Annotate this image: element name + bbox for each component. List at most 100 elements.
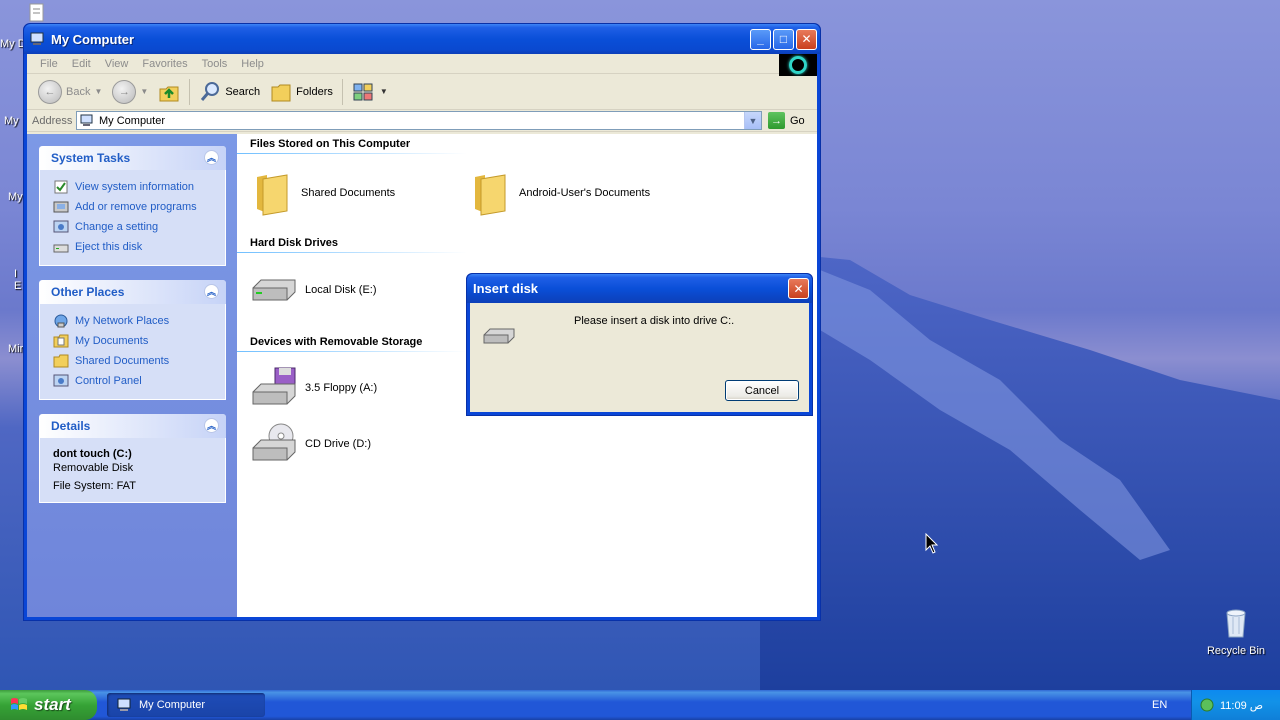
taskbar-my-computer[interactable]: My Computer <box>107 693 265 717</box>
toolbar-separator <box>341 78 343 105</box>
menu-bar: File Edit View Favorites Tools Help <box>27 54 817 76</box>
menu-view[interactable]: View <box>98 58 136 70</box>
dialog-close-button[interactable]: ✕ <box>788 278 809 299</box>
item-local-disk[interactable]: Local Disk (E:) <box>251 274 377 306</box>
back-arrow-icon: ← <box>38 79 62 104</box>
details-header[interactable]: Details ︽ <box>39 414 226 438</box>
network-icon <box>54 314 68 328</box>
search-button[interactable]: Search <box>194 77 265 107</box>
network-tray-icon[interactable] <box>1200 698 1214 712</box>
collapse-icon[interactable]: ︽ <box>204 418 219 433</box>
minimize-button[interactable]: _ <box>750 28 771 50</box>
details-filesystem: File System: FAT <box>53 480 136 492</box>
details-drive-type: Removable Disk <box>53 462 134 474</box>
computer-icon <box>80 114 93 126</box>
details-panel: Details ︽ dont touch (C:) Removable Disk… <box>39 414 226 503</box>
back-button[interactable]: ← Back ▼ <box>33 77 107 107</box>
folders-button[interactable]: Folders <box>265 77 338 107</box>
menu-edit[interactable]: Edit <box>65 58 98 70</box>
address-value: My Computer <box>99 114 166 127</box>
folder-icon <box>53 354 69 368</box>
folder-up-icon <box>159 86 179 101</box>
desktop-icon-label[interactable]: My <box>8 191 23 203</box>
toolbar-separator <box>189 78 191 105</box>
place-my-documents[interactable]: My Documents <box>53 331 215 351</box>
system-info-icon <box>54 180 68 194</box>
drive-icon <box>483 328 515 344</box>
start-label: start <box>34 695 71 714</box>
desktop-icon-label[interactable]: My D <box>0 38 26 50</box>
go-arrow-icon: → <box>768 112 785 129</box>
toolbar: ← Back ▼ → ▼ Search Folders ▼ <box>27 74 817 110</box>
computer-icon <box>30 32 44 45</box>
forward-arrow-icon: → <box>112 79 137 104</box>
folder-icon <box>271 84 291 101</box>
recycle-bin[interactable]: Recycle Bin <box>1203 608 1269 657</box>
go-button[interactable]: → Go <box>768 112 805 129</box>
window-titlebar[interactable]: My Computer _ □ ✕ <box>24 24 820 54</box>
taskbar: start My Computer EN 11:09 ص <box>0 690 1280 720</box>
address-bar: Address My Computer ▼ → Go <box>27 110 817 132</box>
clock[interactable]: 11:09 ص <box>1220 699 1263 712</box>
item-android-documents[interactable]: Android-User's Documents <box>471 169 650 217</box>
up-button[interactable] <box>153 77 185 107</box>
menu-help[interactable]: Help <box>234 58 271 70</box>
menu-tools[interactable]: Tools <box>195 58 235 70</box>
place-network[interactable]: My Network Places <box>53 311 215 331</box>
other-places-panel: Other Places ︽ My Network Places My Docu… <box>39 280 226 400</box>
group-removable: Devices with Removable Storage <box>237 336 467 352</box>
wallpaper-mountain <box>760 255 1280 690</box>
language-indicator[interactable]: EN <box>1152 699 1167 711</box>
eject-icon <box>53 244 69 253</box>
window-title: My Computer <box>51 31 135 47</box>
search-icon <box>201 81 220 101</box>
control-panel-icon <box>53 220 69 233</box>
forward-button[interactable]: → ▼ <box>107 77 153 107</box>
menu-file[interactable]: File <box>33 58 65 70</box>
group-files-stored: Files Stored on This Computer <box>237 138 467 154</box>
task-add-remove-programs[interactable]: Add or remove programs <box>53 197 215 217</box>
task-eject-disk[interactable]: Eject this disk <box>53 237 215 257</box>
desktop-icon-label[interactable]: My <box>4 115 19 127</box>
chevron-down-icon: ▼ <box>140 87 149 96</box>
cd-drive-icon <box>252 423 296 461</box>
dialog-titlebar[interactable]: Insert disk ✕ <box>467 274 812 303</box>
desktop-file-icon[interactable] <box>28 3 46 23</box>
maximize-button[interactable]: □ <box>773 28 794 50</box>
start-button[interactable]: start <box>0 690 97 720</box>
item-cd-drive[interactable]: CD Drive (D:) <box>251 422 371 466</box>
chevron-down-icon: ▼ <box>379 87 388 96</box>
task-pane: System Tasks ︽ View system information A… <box>27 134 237 617</box>
other-places-header[interactable]: Other Places ︽ <box>39 280 226 304</box>
windows-logo <box>779 54 817 76</box>
desktop-icon-label[interactable]: Mir <box>8 343 23 355</box>
collapse-icon[interactable]: ︽ <box>204 284 219 299</box>
windows-flag-icon <box>11 698 27 710</box>
group-hard-disks: Hard Disk Drives <box>237 237 467 253</box>
dialog-message: Please insert a disk into drive C:. <box>574 315 735 327</box>
views-button[interactable]: ▼ <box>347 77 393 107</box>
floppy-drive-icon <box>252 367 296 405</box>
collapse-icon[interactable]: ︽ <box>204 150 219 165</box>
system-tasks-header[interactable]: System Tasks ︽ <box>39 146 226 170</box>
task-view-system-info[interactable]: View system information <box>53 177 215 197</box>
address-label: Address <box>32 114 73 127</box>
item-shared-documents[interactable]: Shared Documents <box>253 169 395 217</box>
control-panel-icon <box>53 374 69 387</box>
cancel-button[interactable]: Cancel <box>725 380 799 401</box>
place-control-panel[interactable]: Control Panel <box>53 371 215 391</box>
documents-icon <box>53 334 69 348</box>
task-change-setting[interactable]: Change a setting <box>53 217 215 237</box>
recycle-bin-icon <box>1226 609 1246 638</box>
recycle-bin-label: Recycle Bin <box>1206 645 1266 657</box>
address-dropdown-icon[interactable]: ▼ <box>744 112 761 129</box>
system-tasks-panel: System Tasks ︽ View system information A… <box>39 146 226 266</box>
menu-favorites[interactable]: Favorites <box>135 58 194 70</box>
close-button[interactable]: ✕ <box>796 28 817 50</box>
address-input[interactable]: My Computer ▼ <box>76 111 762 130</box>
computer-icon <box>117 698 131 711</box>
item-floppy[interactable]: 3.5 Floppy (A:) <box>251 366 377 410</box>
insert-disk-dialog: Insert disk ✕ Please insert a disk into … <box>466 273 813 416</box>
place-shared-documents[interactable]: Shared Documents <box>53 351 215 371</box>
programs-icon <box>53 201 69 213</box>
